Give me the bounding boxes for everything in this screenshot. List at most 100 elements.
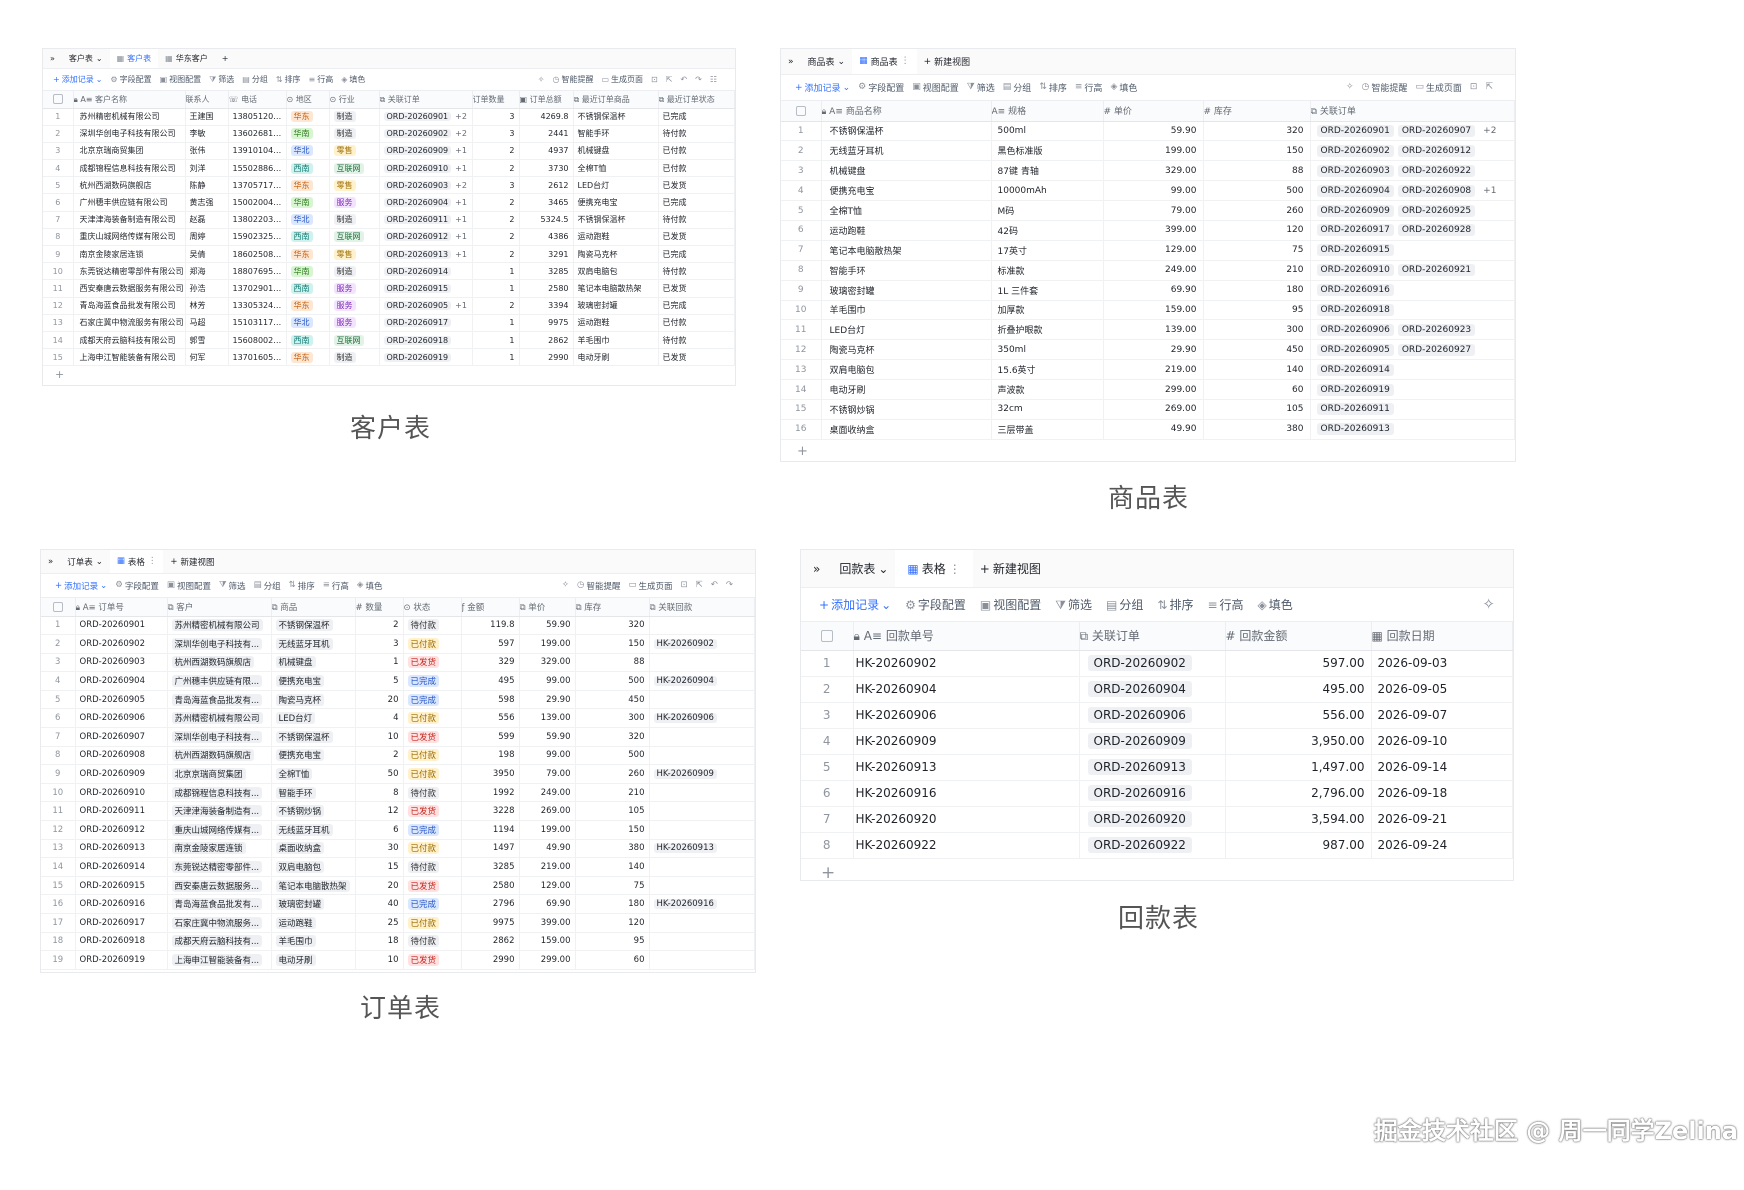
cell-product[interactable]: 陶瓷马克杯 [271,690,356,710]
cell-product[interactable]: 全棉T恤 [271,764,356,784]
order-chip[interactable]: ORD-20260916 [1087,785,1192,801]
cell-linked-orders[interactable]: ORD-20260910 ORD-20260921 [1310,260,1515,281]
order-chip[interactable]: ORD-20260903 [1316,164,1394,177]
table-row[interactable]: 16 桌面收纳盒 三层带盖 49.90 380 ORD-20260913 [781,419,1515,440]
table-row[interactable]: 16 ORD-20260916 青岛海蓝食品批发有... 玻璃密封罐 40 已完成 2796… [41,894,755,914]
filter-button[interactable]: ⧩ 筛选 [967,81,995,95]
cell-linked-payment[interactable] [649,950,755,970]
view-config-button[interactable]: ▣ 视图配置 [912,81,959,95]
cell-linked-orders[interactable]: ORD-20260910 +1 [379,159,473,178]
col-header-customer[interactable]: ⧉ 客户 [167,598,272,617]
customer-chip[interactable]: 成都锦程信息科技有... [171,786,263,799]
group-button[interactable]: ▤ 分组 [254,580,281,591]
col-header-spec[interactable]: A≡ 规格 [991,101,1104,122]
smart-reminder-button[interactable]: ◷ 智能提醒 [577,580,620,591]
table-row[interactable]: 4 便携充电宝 10000mAh 99.00 500 ORD-20260904 ORD-20… [781,180,1515,202]
cell-linked-orders[interactable]: ORD-20260901 ORD-20260907 +2 [1310,121,1515,142]
product-chip[interactable]: 便携充电宝 [275,749,325,762]
cell-linked-orders[interactable]: ORD-20260904 +1 [379,193,473,212]
cell-product[interactable]: 桌面收纳盒 [271,839,356,859]
table-row[interactable]: 4 成都锦程信息科技有限公司 刘洋 15502886319 西南 互联网 ORD-20260… [43,159,735,178]
cell-linked-orders[interactable]: ORD-20260918 [379,331,473,350]
product-chip[interactable]: LED台灯 [275,712,316,725]
order-chip[interactable]: ORD-20260919 [383,352,452,362]
col-header-orders[interactable]: ⧉ 关联订单 [1310,101,1515,122]
table-row[interactable]: 8 HK-20260922 ORD-20260922 987.00 2026-09-24 [801,832,1513,859]
product-chip[interactable]: 无线蓝牙耳机 [275,823,333,836]
more-icon[interactable]: ☷ [710,75,717,84]
product-chip[interactable]: 电动牙刷 [275,953,316,966]
order-chip[interactable]: ORD-20260904 [1087,681,1192,697]
col-header-order[interactable]: ⧉ 关联订单 [1079,622,1226,651]
cell-product[interactable]: 双肩电脑包 [271,857,356,877]
col-header-region[interactable]: ⊙ 地区 [286,91,330,109]
cell-linked-payment[interactable]: HK-20260904 [649,671,755,691]
order-chip[interactable]: ORD-20260906 [1316,323,1394,336]
customer-chip[interactable]: 青岛海蓝食品批发有... [171,898,263,911]
cell-linked-orders[interactable]: ORD-20260905 ORD-20260927 [1310,339,1515,361]
sort-button[interactable]: ⇅ 排序 [276,74,301,85]
customer-chip[interactable]: 杭州西湖数码旗舰店 [171,656,255,669]
cell-customer[interactable]: 石家庄冀中物流服务... [167,913,272,933]
cell-linked-payment[interactable] [649,746,755,766]
field-config-button[interactable]: ⚙ 字段配置 [115,580,159,591]
table-row[interactable]: 18 ORD-20260918 成都天府云脑科技有... 羊毛围巾 18 待付款 2862 1… [41,932,755,952]
order-chip[interactable]: ORD-20260920 [1087,811,1192,827]
cell-linked-orders[interactable]: ORD-20260918 [1310,300,1515,321]
cell-linked-orders[interactable]: ORD-20260917 ORD-20260928 [1310,220,1515,241]
filter-button[interactable]: ⧩ 筛选 [1055,596,1092,613]
group-button[interactable]: ▤ 分组 [1003,81,1032,95]
table-row[interactable]: 1 不锈钢保温杯 500ml 59.90 320 ORD-20260901 ORD-2026… [781,121,1515,142]
cell-linked-orders[interactable]: ORD-20260909 ORD-20260925 [1310,200,1515,221]
cell-linked-order[interactable]: ORD-20260909 [1079,728,1226,755]
table-row[interactable]: 7 ORD-20260907 深圳华创电子科技有... 不锈钢保温杯 10 已发货 599 5… [41,727,755,747]
table-row[interactable]: 2 深圳华创电子科技有限公司 李敏 13602681275 华南 制造 ORD-202609… [43,125,735,143]
cell-linked-orders[interactable]: ORD-20260914 [379,262,473,281]
table-row[interactable]: 10 ORD-20260910 成都锦程信息科技有... 智能手环 8 待付款 1992 24… [41,783,755,803]
order-chip[interactable]: ORD-20260918 [383,335,452,345]
redo-icon[interactable]: ↷ [726,581,733,590]
expand-nav-icon[interactable]: » [41,550,60,573]
row-height-button[interactable]: ≡ 行高 [1207,596,1243,613]
cell-product[interactable]: 无线蓝牙耳机 [271,634,356,654]
cell-linked-payment[interactable] [649,616,755,636]
cell-linked-orders[interactable]: ORD-20260906 ORD-20260923 [1310,319,1515,341]
generate-page-button[interactable]: ▭ 生成页面 [601,74,643,85]
customer-chip[interactable]: 深圳华创电子科技有... [171,637,263,650]
fill-color-button[interactable]: ◈ 填色 [1258,596,1293,613]
product-chip[interactable]: 机械键盘 [275,656,316,669]
cell-customer[interactable]: 青岛海蓝食品批发有... [167,894,272,914]
payment-chip[interactable]: HK-20260902 [653,638,717,649]
table-row[interactable]: 11 ORD-20260911 天津津海装备制造有... 不锈钢炒锅 12 已发货 3228… [41,801,755,822]
cell-linked-payment[interactable] [649,913,755,933]
cell-product[interactable]: 便携充电宝 [271,671,356,691]
payment-chip[interactable]: HK-20260904 [653,676,717,687]
product-chip[interactable]: 双肩电脑包 [275,861,325,874]
table-row[interactable]: 15 ORD-20260915 西安秦唐云数据服务... 笔记本电脑散热架 20 已发货 2… [41,876,755,896]
col-header-industry[interactable]: ⊙ 行业 [329,91,380,109]
order-chip[interactable]: ORD-20260912 [383,232,452,242]
cell-customer[interactable]: 天津津海装备制造有... [167,801,272,822]
cell-linked-order[interactable]: ORD-20260913 [1079,754,1226,781]
cell-linked-payment[interactable]: HK-20260902 [649,634,755,654]
table-row[interactable]: 3 机械键盘 87键 青轴 329.00 88 ORD-20260903 ORD-20260… [781,160,1515,182]
order-chip[interactable]: ORD-20260903 [383,180,452,190]
table-row[interactable]: 9 南京金陵家居连锁 吴倩 18602508163 华东 零售 ORD-20260913 +1… [43,245,735,264]
cell-linked-payment[interactable] [649,801,755,822]
product-chip[interactable]: 无线蓝牙耳机 [275,637,333,650]
product-chip[interactable]: 桌面收纳盒 [275,842,325,855]
order-chip[interactable]: ORD-20260905 [1316,343,1394,356]
order-chip[interactable]: ORD-20260908 [1397,184,1476,197]
order-chip[interactable]: ORD-20260917 [383,318,452,328]
table-row[interactable]: 9 玻璃密封罐 1L 三件套 69.90 180 ORD-20260916 [781,280,1515,301]
col-header-recent-status[interactable]: ⧉ 最近订单状态 [658,91,735,109]
customer-chip[interactable]: 上海申江智能装备有... [171,953,263,966]
payment-chip[interactable]: HK-20260913 [653,843,717,854]
cell-linked-payment[interactable]: HK-20260913 [649,839,755,859]
order-chip[interactable]: ORD-20260912 [1397,144,1476,157]
cell-linked-orders[interactable]: ORD-20260903 +2 [379,176,473,195]
customer-chip[interactable]: 苏州精密机械有限公司 [171,619,263,632]
table-row[interactable]: 14 成都天府云脑科技有限公司 郭雪 15608002937 西南 互联网 ORD-2026… [43,331,735,350]
table-row[interactable]: 1 苏州精密机械有限公司 王建国 13805120031 华东 制造 ORD-2026090… [43,108,735,126]
table-row[interactable]: 17 ORD-20260917 石家庄冀中物流服务... 运动跑鞋 25 已付款 9975 3… [41,913,755,933]
